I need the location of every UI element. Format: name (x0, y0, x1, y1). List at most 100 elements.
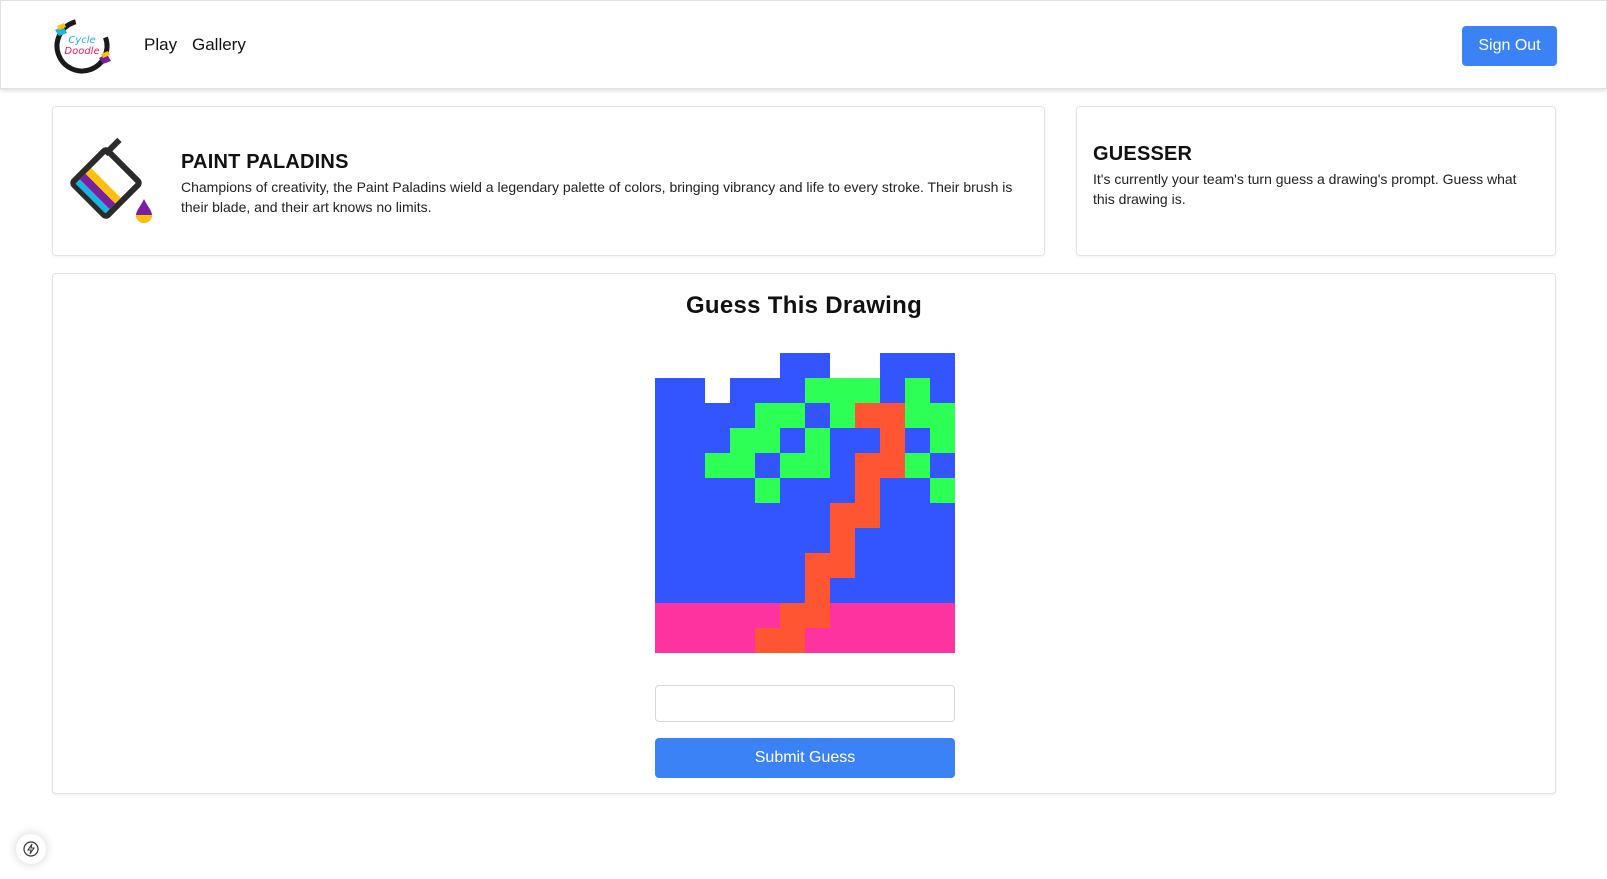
pixel-cell (805, 503, 830, 528)
pixel-cell (855, 553, 880, 578)
pixel-cell (855, 528, 880, 553)
pixel-cell (655, 553, 680, 578)
pixel-cell (705, 528, 730, 553)
pixel-cell (905, 553, 930, 578)
pixel-cell (705, 378, 730, 403)
logo-text-line2: Doodle (64, 46, 99, 57)
pixel-cell (780, 353, 805, 378)
pixel-cell (880, 578, 905, 603)
pixel-cell (830, 353, 855, 378)
pixel-cell (855, 428, 880, 453)
pixel-cell (930, 353, 955, 378)
pixel-cell (730, 528, 755, 553)
guess-input[interactable] (655, 685, 955, 722)
pixel-cell (780, 578, 805, 603)
pixel-cell (905, 528, 930, 553)
pixel-cell (805, 453, 830, 478)
pixel-cell (830, 428, 855, 453)
pixel-cell (655, 478, 680, 503)
pixel-cell (730, 428, 755, 453)
nav-link-gallery[interactable]: Gallery (192, 35, 246, 55)
pixel-cell (830, 403, 855, 428)
role-description: It's currently your team's turn guess a … (1093, 171, 1517, 207)
dev-tools-badge[interactable] (16, 834, 46, 864)
guess-panel: Guess This Drawing Submit Guess (52, 273, 1556, 794)
pixel-cell (705, 553, 730, 578)
pixel-cell (905, 403, 930, 428)
pixel-cell (855, 628, 880, 653)
pixel-cell (705, 503, 730, 528)
pixel-cell (930, 503, 955, 528)
pixel-cell (880, 628, 905, 653)
pixel-cell (905, 353, 930, 378)
pixel-cell (780, 378, 805, 403)
pixel-cell (680, 453, 705, 478)
pixel-cell (905, 428, 930, 453)
pixel-cell (680, 628, 705, 653)
pixel-cell (855, 353, 880, 378)
pixel-cell (680, 428, 705, 453)
pixel-cell (780, 478, 805, 503)
pixel-cell (780, 503, 805, 528)
pixel-cell (805, 428, 830, 453)
pixel-cell (730, 378, 755, 403)
logo-text-line1: Cycle (68, 35, 95, 46)
submit-guess-button[interactable]: Submit Guess (655, 738, 955, 778)
pixel-cell (905, 453, 930, 478)
pixel-cell (805, 378, 830, 403)
pixel-cell (880, 453, 905, 478)
pixel-cell (755, 503, 780, 528)
pixel-cell (780, 553, 805, 578)
pixel-cell (780, 428, 805, 453)
pixel-cell (655, 378, 680, 403)
pixel-cell (830, 603, 855, 628)
pixel-cell (730, 403, 755, 428)
pixel-cell (930, 578, 955, 603)
pixel-cell (755, 628, 780, 653)
sign-out-button[interactable]: Sign Out (1462, 26, 1557, 66)
nav-link-play[interactable]: Play (144, 35, 177, 55)
team-description: Champions of creativity, the Paint Palad… (181, 179, 1013, 215)
cycle-doodle-logo[interactable]: Cycle Doodle (51, 16, 113, 76)
pixel-cell (705, 403, 730, 428)
pixel-cell (755, 478, 780, 503)
pixel-cell (905, 628, 930, 653)
pixel-cell (755, 428, 780, 453)
pixel-cell (655, 628, 680, 653)
pixel-cell (780, 453, 805, 478)
pixel-cell (930, 378, 955, 403)
pixel-cell (655, 428, 680, 453)
pixel-cell (805, 553, 830, 578)
pixel-cell (805, 603, 830, 628)
pixel-cell (730, 578, 755, 603)
pixel-cell (880, 378, 905, 403)
pixel-cell (905, 378, 930, 403)
pixel-cell (755, 578, 780, 603)
pixel-cell (905, 503, 930, 528)
pixel-cell (905, 478, 930, 503)
pixel-cell (655, 528, 680, 553)
pixel-cell (680, 478, 705, 503)
pixel-cell (755, 378, 780, 403)
pixel-cell (805, 528, 830, 553)
pixel-cell (905, 603, 930, 628)
guess-title: Guess This Drawing (685, 292, 923, 319)
team-name: PAINT PALADINS (181, 151, 349, 173)
paint-bucket-icon (70, 137, 152, 223)
pixel-cell (730, 453, 755, 478)
pixel-cell (880, 603, 905, 628)
pixel-cell (680, 503, 705, 528)
pixel-cell (655, 353, 680, 378)
pixel-cell (680, 403, 705, 428)
pixel-cell (705, 428, 730, 453)
pixel-cell (705, 353, 730, 378)
pixel-cell (730, 603, 755, 628)
pixel-cell (930, 453, 955, 478)
pixel-cell (705, 478, 730, 503)
lightning-icon (23, 841, 39, 857)
pixel-cell (830, 553, 855, 578)
pixel-cell (680, 353, 705, 378)
pixel-cell (680, 603, 705, 628)
pixel-cell (780, 528, 805, 553)
pixel-cell (805, 578, 830, 603)
